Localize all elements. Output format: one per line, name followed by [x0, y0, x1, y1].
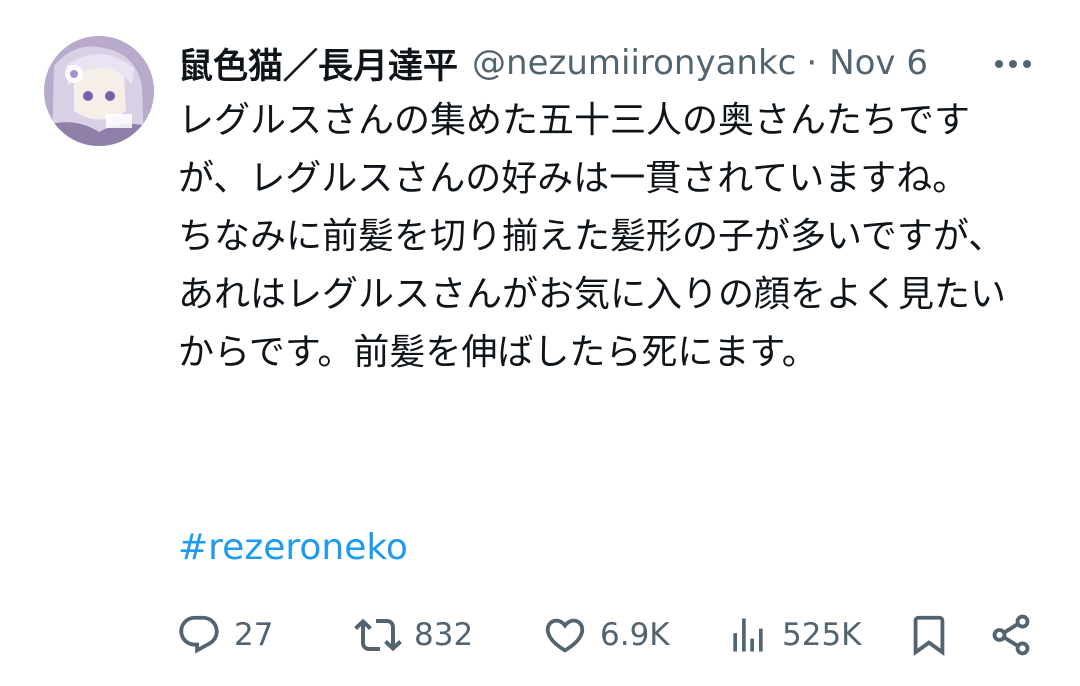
like-button[interactable]: 6.9K: [542, 608, 670, 662]
post-header: 鼠色猫／長月達平 @nezumiironyankc · Nov 6: [178, 38, 1038, 88]
reply-button[interactable]: 27: [176, 608, 273, 662]
repost-button[interactable]: 832: [354, 608, 473, 662]
post-body: レグルスさんの集めた五十三人の奥さんたちですが、レグルスさんの好みは一貫されてい…: [178, 100, 1007, 373]
separator-dot: ·: [806, 43, 818, 83]
views-button[interactable]: 525K: [726, 608, 862, 662]
action-bar: 27 832 6.9K 525K: [176, 608, 1036, 662]
share-button[interactable]: [988, 608, 1034, 662]
post-date[interactable]: Nov 6: [829, 43, 928, 83]
views-count: 525K: [782, 617, 862, 653]
share-icon: [992, 614, 1030, 656]
like-icon: [545, 618, 585, 653]
repost-count: 832: [414, 617, 474, 653]
bookmark-button[interactable]: [906, 608, 952, 662]
display-name[interactable]: 鼠色猫／長月達平: [178, 38, 458, 89]
hashtag-link[interactable]: #rezeroneko: [178, 522, 408, 574]
repost-icon: [354, 618, 402, 652]
avatar-image: [44, 36, 154, 146]
reply-count: 27: [234, 617, 274, 653]
views-icon: [733, 618, 763, 652]
user-handle[interactable]: @nezumiironyankc: [472, 43, 796, 83]
like-count: 6.9K: [600, 617, 670, 653]
reply-icon: [179, 615, 219, 654]
more-icon: [995, 60, 1031, 68]
bookmark-icon: [913, 615, 945, 656]
avatar[interactable]: [44, 36, 154, 146]
more-button[interactable]: [988, 44, 1038, 84]
